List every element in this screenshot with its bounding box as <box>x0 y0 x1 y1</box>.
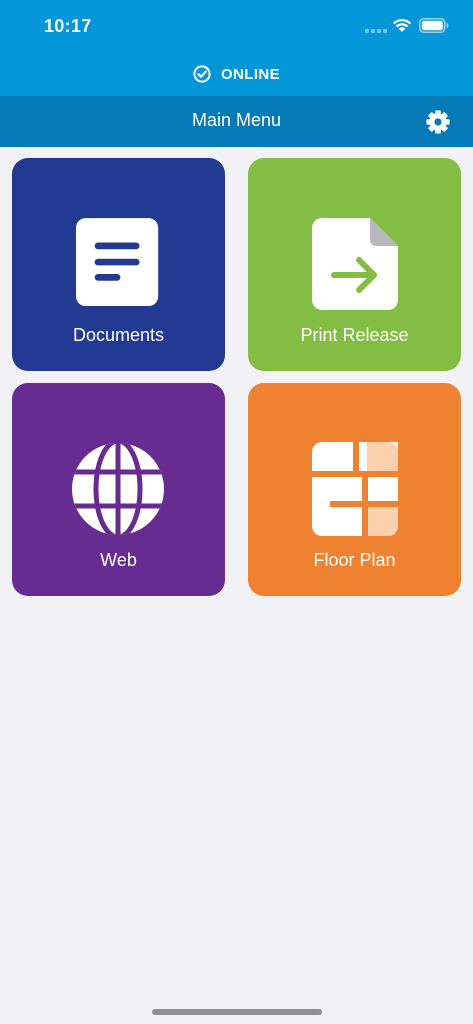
web-tile[interactable]: Web <box>12 383 225 596</box>
status-bar: 10:17 ONLINE <box>0 0 473 96</box>
floor-plan-tile[interactable]: Floor Plan <box>248 383 461 596</box>
floor-plan-tile-label: Floor Plan <box>313 550 396 570</box>
main-menu-screen: 10:17 ONLINE Main Menu Documents Print R… <box>0 0 473 1024</box>
battery-icon <box>419 18 449 33</box>
wifi-icon <box>392 18 412 32</box>
globe-icon <box>72 443 164 535</box>
cellular-signal-icon <box>365 29 387 33</box>
check-circle-icon <box>193 65 211 83</box>
documents-tile[interactable]: Documents <box>12 158 225 371</box>
print-release-tile[interactable]: Print Release <box>248 158 461 371</box>
connection-status: ONLINE <box>0 62 473 86</box>
settings-gear-icon[interactable] <box>424 108 452 136</box>
header-bar: Main Menu <box>0 96 473 147</box>
print-release-icon <box>312 218 398 310</box>
web-tile-label: Web <box>100 550 137 570</box>
connection-status-label: ONLINE <box>220 65 281 83</box>
home-indicator[interactable] <box>152 1009 322 1015</box>
document-icon <box>76 218 159 307</box>
floor-plan-icon <box>312 442 398 536</box>
page-title: Main Menu <box>191 110 282 130</box>
print-release-tile-label: Print Release <box>300 325 409 345</box>
documents-tile-label: Documents <box>72 325 165 345</box>
status-time: 10:17 <box>44 16 92 36</box>
